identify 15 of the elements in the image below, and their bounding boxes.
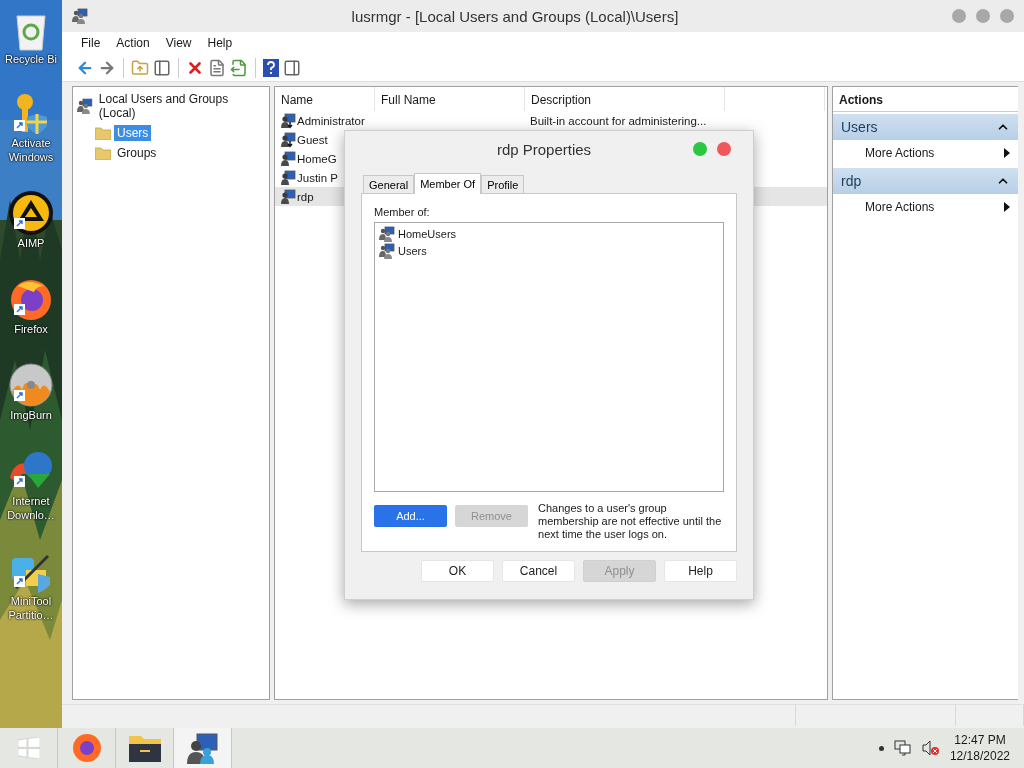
- user-name: Justin P: [297, 171, 338, 184]
- user-name: Guest: [297, 133, 328, 146]
- section-title: rdp: [841, 173, 862, 189]
- membership-note: Changes to a user's group membership are not effective until the next time the user logs on.: [538, 502, 723, 541]
- dialog-title: rdp Properties: [495, 140, 593, 158]
- user-name: rdp: [297, 190, 314, 203]
- description: Built-in account for administering...: [530, 114, 707, 127]
- user-name: Administrator: [297, 114, 365, 127]
- window-title: lusrmgr - [Local Users and Groups (Local)\Users]: [350, 7, 680, 25]
- action-label: More Actions: [865, 200, 935, 214]
- user-name: HomeG: [297, 152, 337, 165]
- member-of-label: Member of:: [374, 206, 431, 218]
- actions-title: Actions: [833, 87, 1018, 112]
- section-title: Users: [841, 119, 878, 135]
- action-label: More Actions: [865, 146, 935, 160]
